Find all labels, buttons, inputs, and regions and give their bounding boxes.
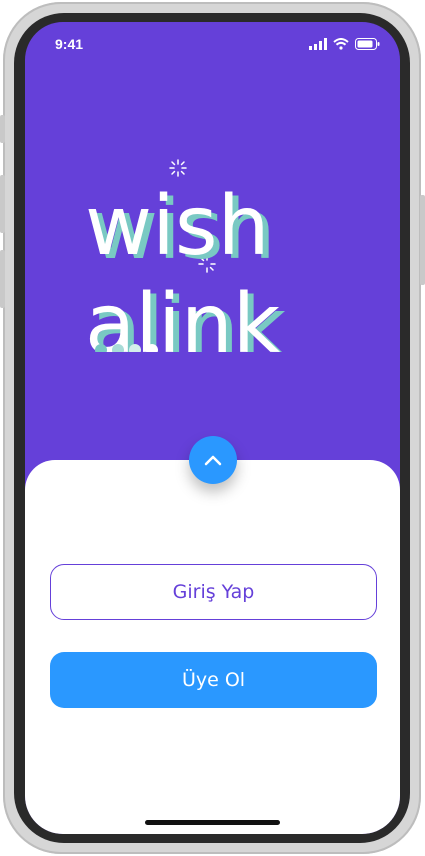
status-icons (309, 38, 380, 50)
wifi-icon (333, 38, 349, 50)
logo-text-wish: wish (85, 179, 270, 274)
login-button-label: Giriş Yap (172, 581, 255, 603)
wishalink-logo: wish wish alink alink (85, 159, 287, 352)
signal-icon (309, 38, 327, 50)
power-button (420, 195, 425, 285)
battery-icon (355, 38, 380, 50)
chevron-up-icon (204, 455, 222, 466)
status-time: 9:41 (55, 36, 84, 52)
status-bar: 9:41 (25, 22, 400, 66)
register-button-label: Üye Ol (181, 669, 246, 691)
register-button[interactable]: Üye Ol (50, 652, 377, 708)
app-screen: 9:41 wish wish alink alink Giriş Yap Üye… (25, 22, 400, 834)
logo-text-alink: alink (85, 277, 281, 352)
home-indicator[interactable] (145, 820, 280, 825)
logo-sparkle-top-icon (169, 159, 187, 177)
mute-switch (0, 115, 5, 143)
volume-down-button (0, 250, 5, 308)
login-button[interactable]: Giriş Yap (50, 564, 377, 620)
bottom-sheet (25, 460, 400, 834)
volume-up-button (0, 175, 5, 233)
expand-sheet-button[interactable] (189, 436, 237, 484)
